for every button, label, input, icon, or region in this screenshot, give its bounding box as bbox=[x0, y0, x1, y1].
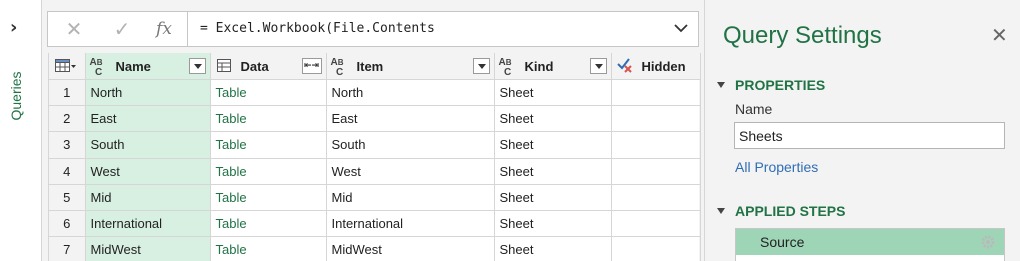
cell-kind: Sheet bbox=[494, 158, 612, 185]
cell-item: East bbox=[326, 105, 495, 133]
cell-name: East bbox=[85, 105, 211, 133]
chevron-down-icon[interactable] bbox=[672, 18, 690, 38]
cell-item: International bbox=[326, 210, 495, 238]
column-header-data[interactable]: Data ⇤⇥ bbox=[210, 53, 327, 80]
boolean-type-icon[interactable] bbox=[616, 57, 634, 73]
table-row[interactable]: 1 North Table North Sheet bbox=[49, 79, 701, 107]
close-icon[interactable]: ✕ bbox=[62, 18, 86, 40]
cell-hidden bbox=[611, 236, 701, 261]
queries-pane: › Queries bbox=[0, 0, 42, 261]
column-label: Kind bbox=[524, 59, 554, 74]
filter-dropdown-button[interactable] bbox=[589, 58, 607, 74]
cell-data-link[interactable]: Table bbox=[210, 158, 327, 185]
table-row[interactable]: 5 Mid Table Mid Sheet bbox=[49, 184, 701, 211]
column-label: Name bbox=[115, 59, 151, 74]
cell-data-link[interactable]: Table bbox=[210, 210, 327, 238]
filter-dropdown-button[interactable] bbox=[188, 58, 206, 74]
table-row[interactable]: 2 East Table East Sheet bbox=[49, 105, 701, 133]
cell-hidden bbox=[611, 79, 701, 107]
cell-item: Mid bbox=[326, 184, 495, 211]
row-number: 7 bbox=[49, 236, 86, 261]
collapse-triangle-icon[interactable] bbox=[717, 82, 725, 88]
column-header-name[interactable]: AB C Name bbox=[85, 53, 211, 80]
cell-data-link[interactable]: Table bbox=[210, 79, 327, 107]
table-row[interactable]: 3 South Table South Sheet bbox=[49, 131, 701, 159]
step-source[interactable]: Source bbox=[736, 229, 1004, 255]
cell-name: MidWest bbox=[85, 236, 211, 261]
row-number: 6 bbox=[49, 210, 86, 238]
data-grid: AB C Name Data ⇤⇥ AB C Item AB C Kind Hi… bbox=[48, 53, 701, 261]
text-type-icon[interactable]: AB C bbox=[331, 58, 344, 78]
cell-data-link[interactable]: Table bbox=[210, 105, 327, 133]
row-number: 1 bbox=[49, 79, 86, 107]
cell-kind: Sheet bbox=[494, 210, 612, 238]
column-label: Hidden bbox=[641, 59, 686, 74]
gear-icon[interactable] bbox=[980, 234, 996, 250]
cell-name: West bbox=[85, 158, 211, 185]
formula-bar: ✕ ✓ fx = Excel.Workbook(File.Contents bbox=[47, 11, 699, 47]
query-settings-panel: Query Settings ✕ PROPERTIES Name All Pro… bbox=[704, 0, 1020, 261]
fx-icon[interactable]: fx bbox=[152, 18, 176, 40]
cell-hidden bbox=[611, 105, 701, 133]
cell-item: MidWest bbox=[326, 236, 495, 261]
row-number: 2 bbox=[49, 105, 86, 133]
column-header-item[interactable]: AB C Item bbox=[326, 53, 495, 80]
applied-steps-heading[interactable]: APPLIED STEPS bbox=[735, 203, 845, 219]
chevron-right-icon[interactable]: › bbox=[10, 18, 26, 38]
cell-data-link[interactable]: Table bbox=[210, 184, 327, 211]
properties-heading[interactable]: PROPERTIES bbox=[735, 77, 825, 93]
cell-name: International bbox=[85, 210, 211, 238]
text-type-icon[interactable]: AB C bbox=[499, 58, 512, 78]
formula-input[interactable]: = Excel.Workbook(File.Contents bbox=[200, 21, 435, 36]
cell-hidden bbox=[611, 210, 701, 238]
panel-title: Query Settings bbox=[723, 22, 882, 49]
column-label: Item bbox=[356, 59, 384, 74]
cell-kind: Sheet bbox=[494, 236, 612, 261]
text-type-icon[interactable]: AB C bbox=[90, 58, 103, 78]
cell-kind: Sheet bbox=[494, 131, 612, 159]
queries-pane-toggle[interactable]: Queries bbox=[6, 68, 26, 128]
cell-name: North bbox=[85, 79, 211, 107]
table-menu-header[interactable] bbox=[49, 53, 86, 80]
all-properties-link[interactable]: All Properties bbox=[735, 159, 818, 175]
cell-name: South bbox=[85, 131, 211, 159]
close-icon[interactable]: ✕ bbox=[991, 25, 1009, 45]
check-icon[interactable]: ✓ bbox=[110, 18, 134, 40]
column-label: Data bbox=[240, 59, 269, 74]
cell-hidden bbox=[611, 184, 701, 211]
table-row[interactable]: 7 MidWest Table MidWest Sheet bbox=[49, 236, 701, 261]
applied-steps-list: Source bbox=[735, 228, 1005, 261]
step-label: Source bbox=[760, 234, 805, 250]
table-icon[interactable] bbox=[55, 59, 77, 73]
cell-item: North bbox=[326, 79, 495, 107]
cell-kind: Sheet bbox=[494, 105, 612, 133]
cell-name: Mid bbox=[85, 184, 211, 211]
collapse-triangle-icon[interactable] bbox=[717, 208, 725, 214]
cell-item: West bbox=[326, 158, 495, 185]
row-number: 4 bbox=[49, 158, 86, 185]
cell-data-link[interactable]: Table bbox=[210, 131, 327, 159]
expand-column-icon[interactable]: ⇤⇥ bbox=[301, 58, 322, 74]
main-area: ✕ ✓ fx = Excel.Workbook(File.Contents AB… bbox=[42, 0, 704, 261]
query-name-input[interactable] bbox=[734, 122, 1005, 149]
formula-actions: ✕ ✓ fx bbox=[48, 12, 188, 46]
cell-kind: Sheet bbox=[494, 184, 612, 211]
table-row[interactable]: 4 West Table West Sheet bbox=[49, 158, 701, 185]
table-row[interactable]: 6 International Table International Sheet bbox=[49, 210, 701, 238]
row-number: 5 bbox=[49, 184, 86, 211]
column-header-kind[interactable]: AB C Kind bbox=[494, 53, 612, 80]
cell-data-link[interactable]: Table bbox=[210, 236, 327, 261]
row-number: 3 bbox=[49, 131, 86, 159]
cell-hidden bbox=[611, 158, 701, 185]
cell-kind: Sheet bbox=[494, 79, 612, 107]
queries-label: Queries bbox=[8, 71, 24, 121]
table-icon[interactable] bbox=[216, 59, 233, 73]
name-label: Name bbox=[735, 101, 773, 117]
cell-hidden bbox=[611, 131, 701, 159]
cell-item: South bbox=[326, 131, 495, 159]
column-header-hidden[interactable]: Hidden bbox=[611, 53, 701, 80]
filter-dropdown-button[interactable] bbox=[472, 58, 490, 74]
